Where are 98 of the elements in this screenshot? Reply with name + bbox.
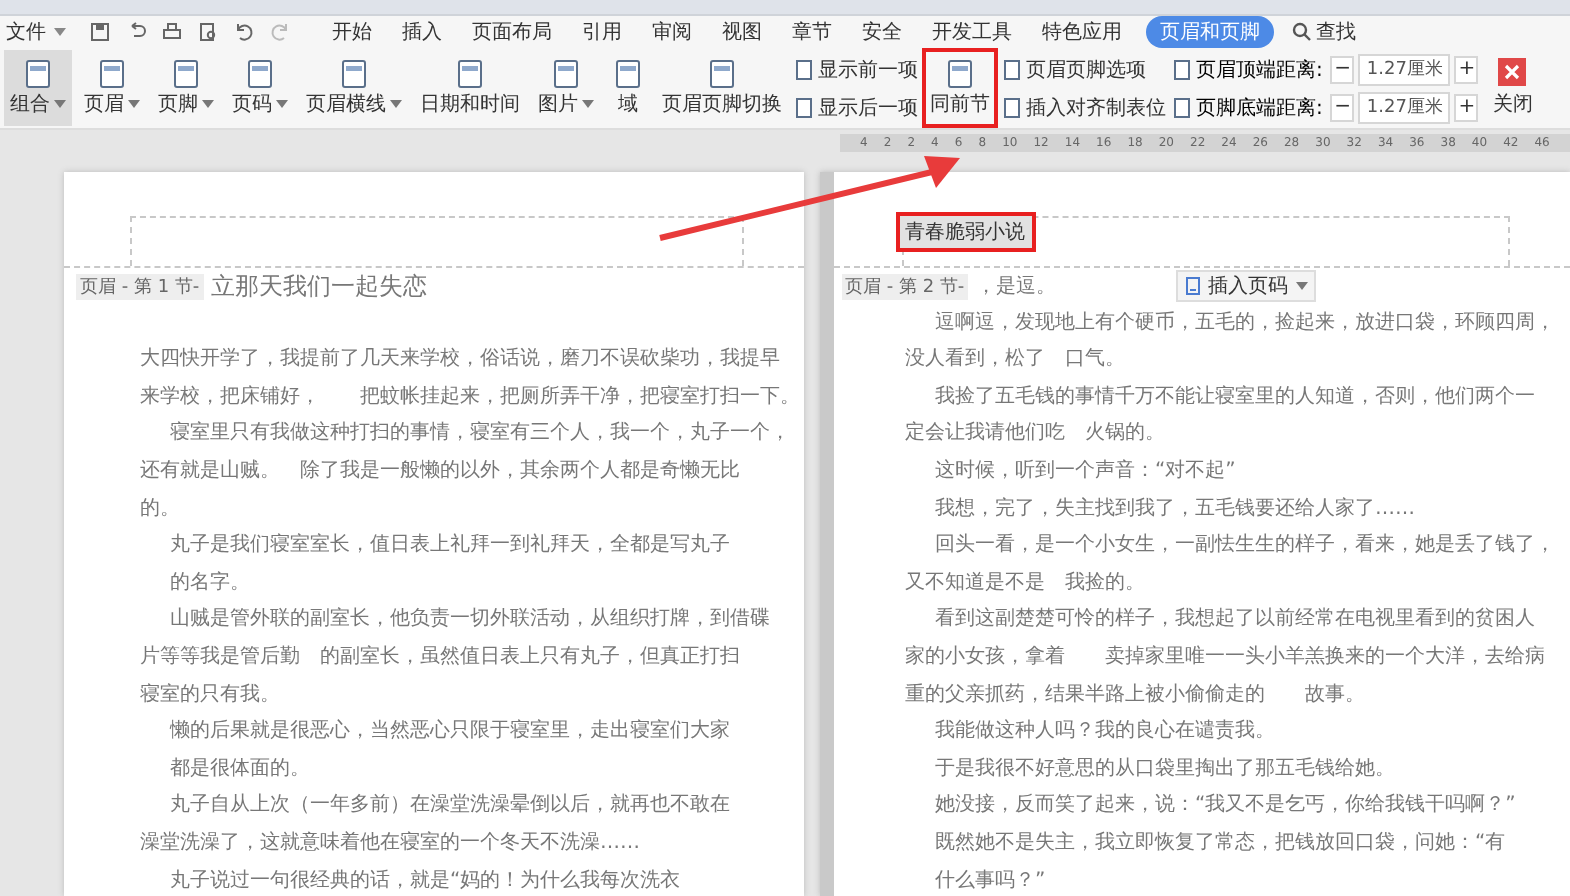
ribbon-tab[interactable]: 引用 [576, 16, 628, 48]
increase-button[interactable]: + [1454, 55, 1479, 83]
distance-field[interactable]: 1.27厘米 [1358, 53, 1451, 85]
decrease-button[interactable]: − [1330, 93, 1355, 121]
close-icon [1498, 58, 1527, 86]
text-line: 寝室里只有我做这种打扫的事情，寝室有三个人，我一个，丸子一个， [168, 422, 790, 445]
ribbon-tab[interactable]: 页面布局 [466, 16, 558, 48]
increase-button[interactable]: + [1454, 93, 1479, 121]
text-line: ，是逗。 [976, 273, 1057, 301]
text-line: 寝室的只有我。 [140, 683, 280, 706]
ribbon-button[interactable]: 页眉页脚选项 [1002, 55, 1166, 83]
section-tag: 页眉 - 第 1 节- [76, 273, 204, 300]
search-icon [1292, 22, 1312, 42]
ribbon-button[interactable]: 插入对齐制表位 [1002, 93, 1166, 121]
text-line: 立那天我们一起失恋 [211, 269, 428, 304]
ribbon-button[interactable]: 页脚 [152, 50, 220, 126]
ribbon-tab[interactable]: 视图 [716, 16, 768, 48]
text-line: 丸子是我们寝室室长，值日表上礼拜一到礼拜天，全都是写丸子 [168, 534, 730, 557]
undo-icon[interactable] [126, 22, 146, 42]
document-icon [944, 58, 976, 90]
save-icon[interactable] [90, 22, 110, 42]
caret-icon [390, 100, 402, 108]
text-line: 定会让我请他们吃 火锅的。 [905, 422, 1165, 445]
text-line: 既然她不是失主，我立即恢复了常态，把钱放回口袋，问她：“有 [933, 831, 1506, 854]
text-line: 家的小女孩，拿着 卖掉家里唯一一头小羊羔换来的一个大洋，去给病 [905, 645, 1545, 668]
ribbon-button[interactable]: 日期和时间 [414, 50, 526, 126]
ribbon-button[interactable]: 显示后一项 [794, 93, 918, 121]
ribbon-button[interactable]: 显示前一项 [794, 55, 918, 83]
header-text: 青春脆弱小说 [895, 212, 1035, 252]
print-preview-icon[interactable] [198, 22, 218, 42]
page-number-icon [1184, 276, 1205, 297]
document-icon [338, 58, 370, 90]
text-line: 逗啊逗，发现地上有个硬币，五毛的，捡起来，放进口袋，环顾四周， [933, 311, 1555, 334]
caret-icon [582, 100, 594, 108]
ribbon-tab[interactable]: 插入 [396, 16, 448, 48]
ribbon-button[interactable]: 页码 [226, 50, 294, 126]
text-line: 丸子自从上次（一年多前）在澡堂洗澡晕倒以后，就再也不敢在 [168, 794, 730, 817]
field-label: 页眉顶端距离: [1196, 57, 1323, 83]
document-icon [96, 58, 128, 90]
search-button[interactable]: 查找 [1292, 18, 1356, 46]
caret-icon [54, 100, 66, 108]
text-line: 来学校，把床铺好， 把蚊帐挂起来，把厕所弄干净，把寝室打扫一下。 [140, 385, 800, 408]
decrease-button[interactable]: − [1330, 55, 1355, 83]
print-icon[interactable] [162, 22, 182, 42]
text-line: 于是我很不好意思的从口袋里掏出了那五毛钱给她。 [933, 757, 1395, 780]
text-line: 什么事吗？” [933, 869, 1046, 891]
text-line: 还有就是山贼。 除了我是一般懒的以外，其余两个人都是奇懒无比 [140, 459, 740, 482]
text-line: 重的父亲抓药，结果半路上被小偷偷走的 故事。 [905, 683, 1365, 706]
document-icon [706, 58, 738, 90]
text-line: 我捡了五毛钱的事情千万不能让寝室里的人知道，否则，他们两个一 [933, 385, 1535, 408]
document-icon [22, 58, 54, 90]
document-icon [454, 58, 486, 90]
distance-field[interactable]: 1.27厘米 [1358, 91, 1451, 123]
file-menu[interactable]: 文件 [6, 18, 66, 46]
section-tag: 页眉 - 第 2 节- [841, 273, 969, 300]
text-line: 这时候，听到一个声音：“对不起” [933, 459, 1236, 482]
document-icon [550, 58, 582, 90]
text-line: 我能做这种人吗？我的良心在谴责我。 [933, 720, 1275, 743]
ribbon-button[interactable]: 组合 [4, 50, 72, 126]
ribbon-tab[interactable]: 安全 [856, 16, 908, 48]
ribbon-tab[interactable]: 特色应用 [1036, 16, 1128, 48]
text-line: 片等等我是管后勤 的副室长，虽然值日表上只有丸子，但真正打扫 [140, 645, 740, 668]
caret-icon [128, 100, 140, 108]
text-line: 的名字。 [168, 571, 250, 594]
document-icon [612, 58, 644, 90]
caret-icon [276, 100, 288, 108]
text-line: 她没接，反而笑了起来，说：“我又不是乞丐，你给我钱干吗啊？” [933, 794, 1516, 817]
caret-icon [54, 28, 66, 36]
text-line: 没人看到，松了 口气。 [905, 348, 1125, 371]
text-line: 澡堂洗澡了，这就意味着他在寝室的一个冬天不洗澡…… [140, 831, 640, 854]
caret-icon [202, 100, 214, 108]
ribbon-button[interactable]: 域 [606, 50, 650, 126]
field-label: 页脚底端距离: [1196, 95, 1323, 121]
undo-icon[interactable] [234, 22, 254, 42]
ribbon-tab[interactable]: 章节 [786, 16, 838, 48]
document-icon [170, 58, 202, 90]
text-line: 懒的后果就是很恶心，当然恶心只限于寝室里，走出寝室们大家 [167, 720, 730, 743]
insert-page-number-button[interactable]: 插入页码 [1176, 270, 1317, 303]
text-line: 又不知道是不是 我捡的。 [905, 571, 1145, 594]
close-button[interactable]: 关闭 [1492, 50, 1533, 126]
caret-icon [1296, 282, 1309, 291]
text-line: 回头一看，是一个小女生，一副怯生生的样子，看来，她是丢了钱了， [933, 534, 1555, 557]
text-line: 丸子说过一句很经典的话，就是“妈的！为什么我每次洗衣 [168, 869, 681, 891]
text-line: 的。 [140, 497, 180, 520]
ribbon-tab[interactable]: 审阅 [646, 16, 698, 48]
text-line: 我想，完了，失主找到我了，五毛钱要还给人家了…… [933, 497, 1415, 520]
ribbon-button[interactable]: 页眉页脚切换 [656, 50, 788, 126]
ribbon-tab[interactable]: 开始 [326, 16, 378, 48]
ribbon-button[interactable]: 页眉横线 [300, 50, 408, 126]
ribbon-tab[interactable]: 开发工具 [926, 16, 1018, 48]
ribbon-button[interactable]: 图片 [532, 50, 600, 126]
text-line: 看到这副楚楚可怜的样子，我想起了以前经常在电视里看到的贫困人 [933, 608, 1535, 631]
text-line: 都是很体面的。 [168, 757, 310, 780]
document-icon [244, 58, 276, 90]
text-line: 山贼是管外联的副室长，他负责一切外联活动，从组织打牌，到借碟 [168, 608, 770, 631]
ribbon-button[interactable]: 同前节 [924, 50, 996, 126]
ribbon-button[interactable]: 页眉 [78, 50, 146, 126]
text-line: 大四快开学了，我提前了几天来学校，俗话说，磨刀不误砍柴功，我提早 [140, 348, 780, 371]
